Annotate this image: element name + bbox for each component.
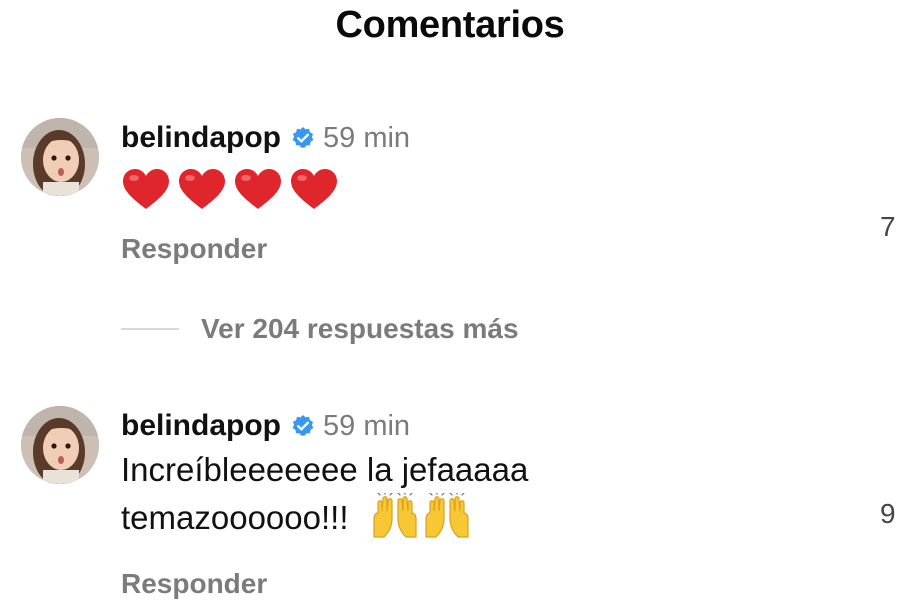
comment-text: temazoooooo!!! bbox=[121, 499, 349, 536]
verified-badge-icon bbox=[291, 126, 315, 150]
reply-button[interactable]: Responder bbox=[121, 568, 267, 600]
like-count[interactable]: 7 bbox=[880, 211, 896, 243]
username[interactable]: belindapop bbox=[121, 409, 281, 443]
comment-timestamp: 59 min bbox=[323, 121, 411, 154]
comment-text-line: Increíbleeeeeee la jefaaaaa bbox=[121, 451, 529, 488]
username[interactable]: belindapop bbox=[121, 121, 281, 155]
raising-hands-emoji-icon bbox=[425, 493, 469, 538]
comment-meta: belindapop 59 min bbox=[121, 120, 410, 156]
view-replies-button[interactable]: Ver 204 respuestas más bbox=[121, 309, 519, 349]
comment-meta: belindapop 59 min bbox=[121, 408, 410, 444]
raising-hands-emoji-icon bbox=[373, 493, 417, 538]
heart-emoji-icon bbox=[235, 169, 281, 209]
comment-text-line-2: temazoooooo!!! bbox=[121, 493, 528, 542]
emoji-group bbox=[370, 493, 472, 539]
heart-emoji-icon bbox=[291, 169, 337, 209]
like-count[interactable]: 9 bbox=[880, 498, 896, 530]
heart-emoji-icon bbox=[179, 169, 225, 209]
view-replies-label: Ver 204 respuestas más bbox=[201, 313, 519, 344]
divider-line bbox=[121, 328, 179, 330]
comment-body bbox=[121, 167, 339, 211]
comment-timestamp: 59 min bbox=[323, 409, 411, 442]
heart-emoji-icon bbox=[123, 169, 169, 209]
reply-button[interactable]: Responder bbox=[121, 233, 267, 265]
avatar[interactable] bbox=[21, 118, 99, 196]
avatar-image bbox=[21, 406, 99, 484]
comments-screen: Comentarios belindapop 59 min Responder … bbox=[0, 0, 900, 600]
comment-body: Increíbleeeeeee la jefaaaaa temazoooooo!… bbox=[121, 446, 528, 542]
avatar-image bbox=[21, 118, 99, 196]
avatar[interactable] bbox=[21, 406, 99, 484]
verified-badge-icon bbox=[291, 414, 315, 438]
page-title: Comentarios bbox=[335, 4, 565, 46]
